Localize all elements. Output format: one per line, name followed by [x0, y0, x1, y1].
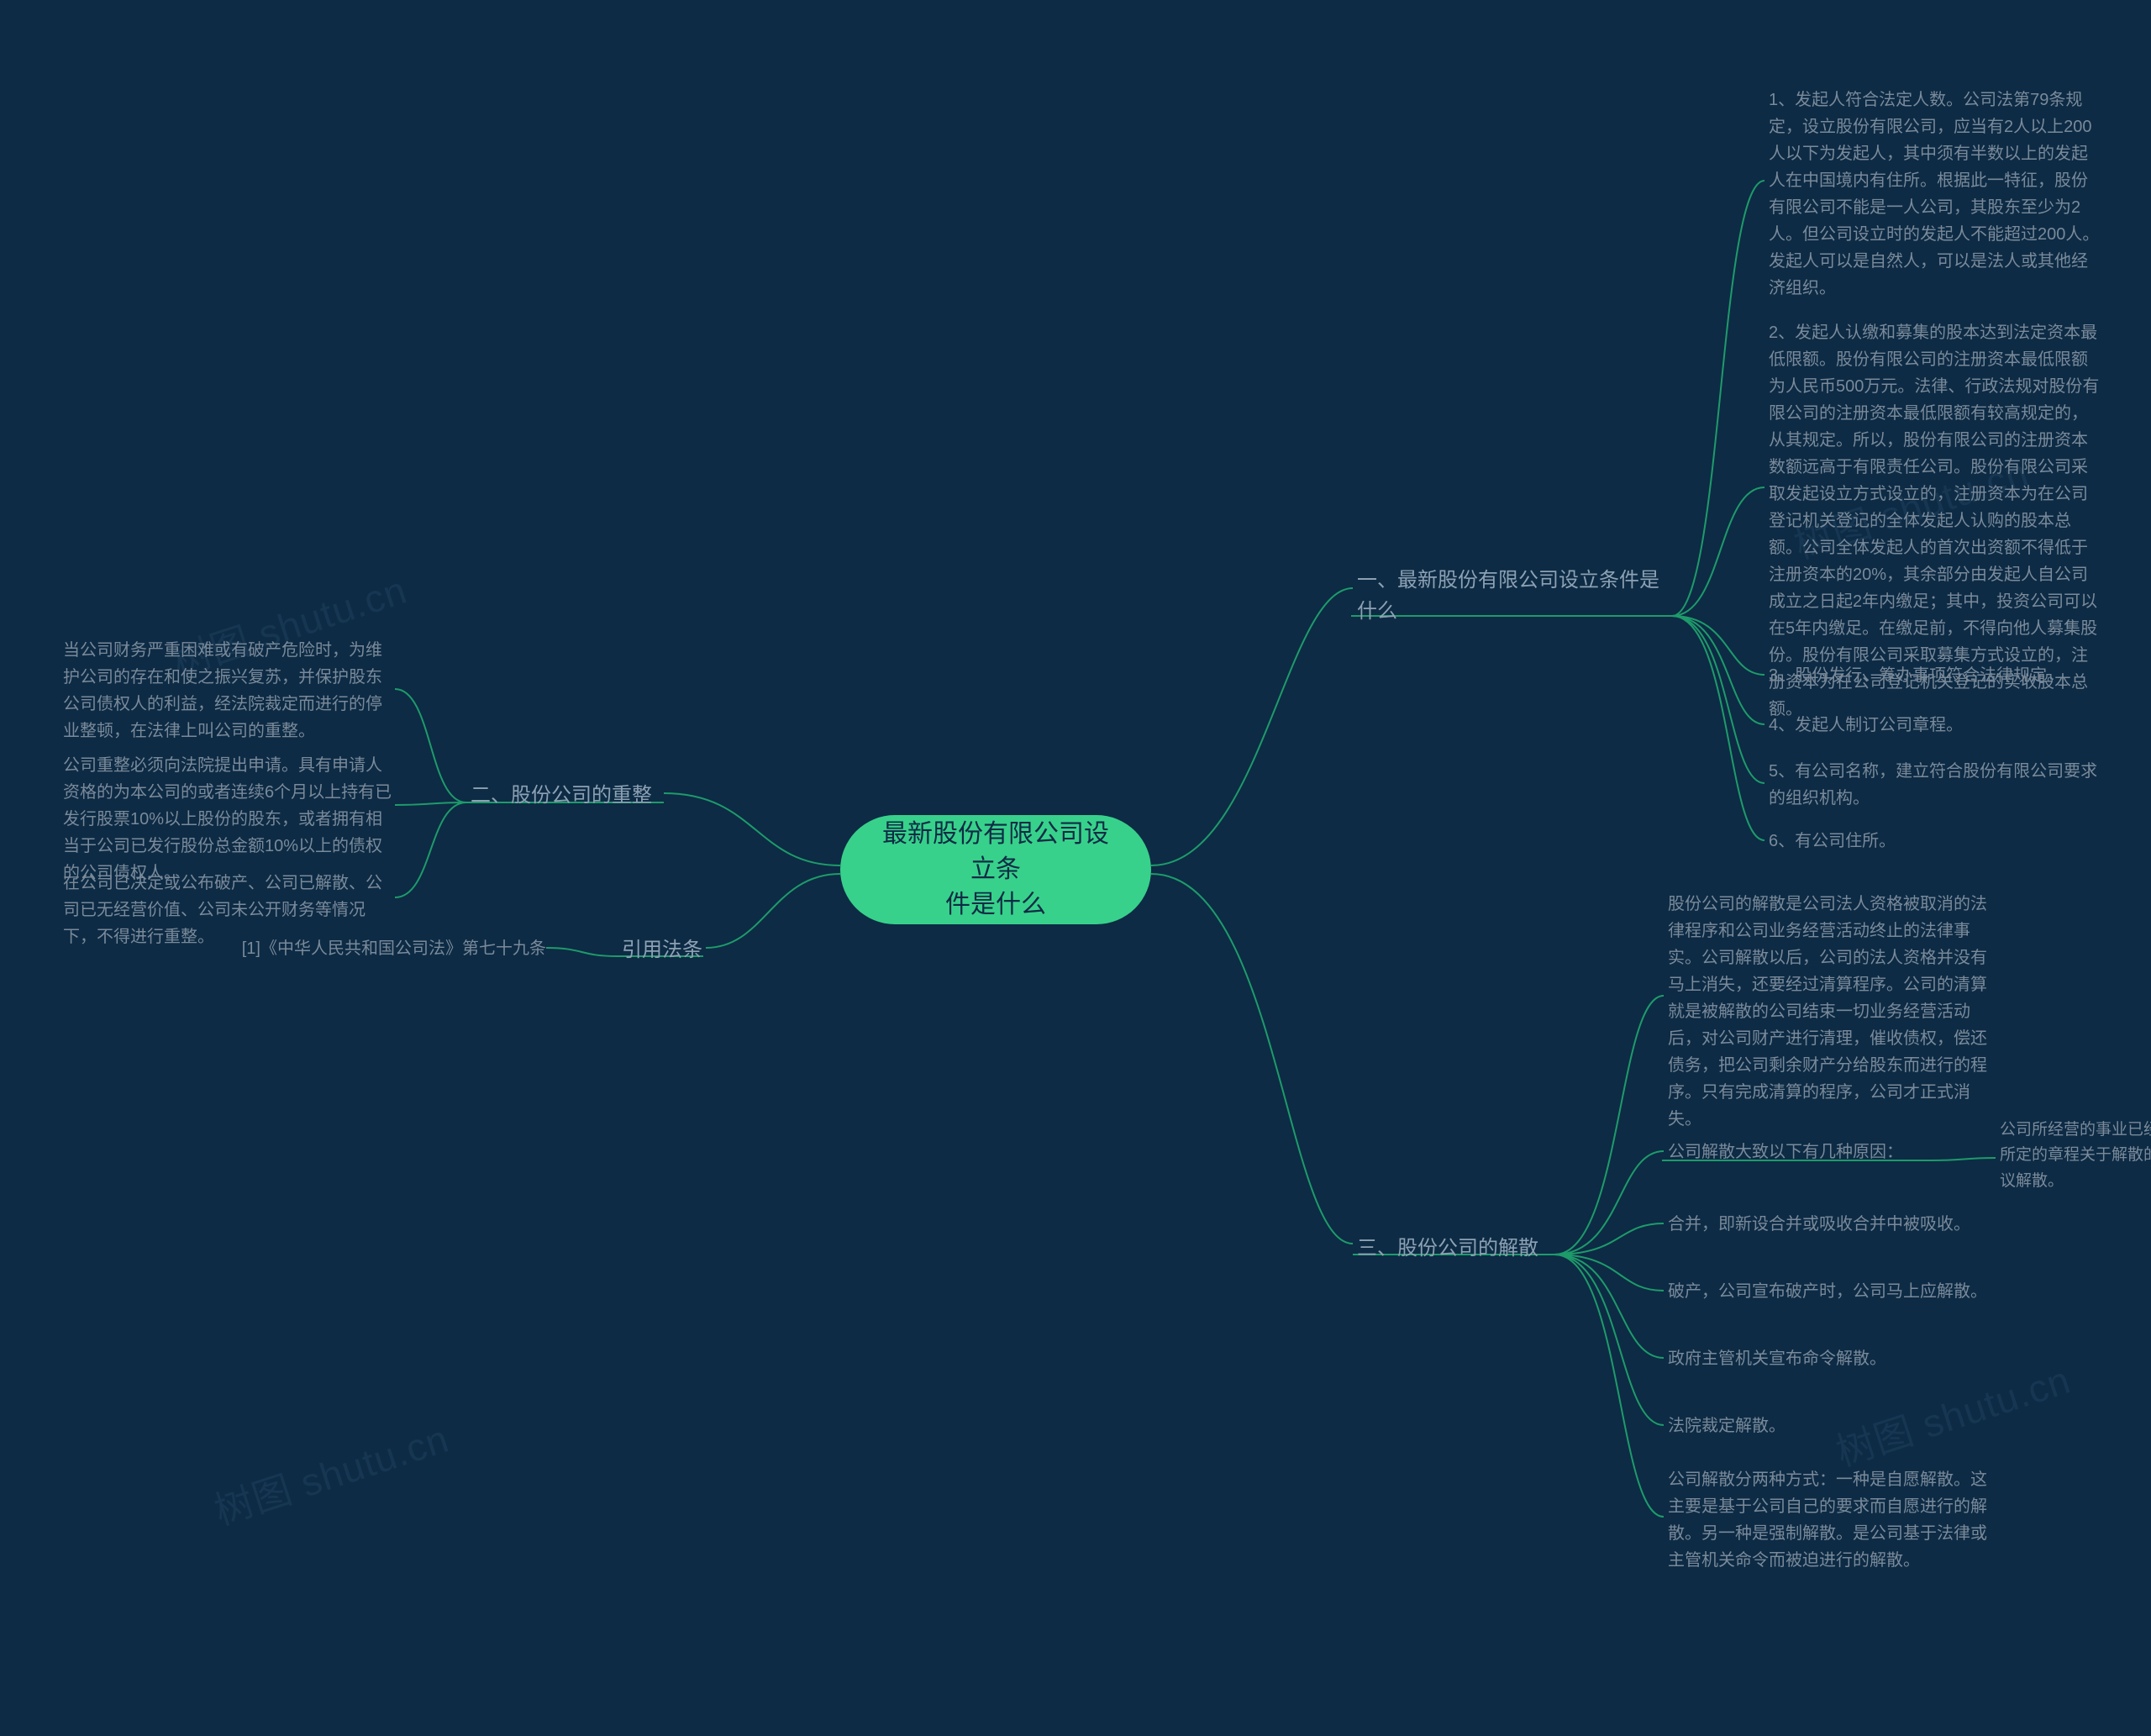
branch-2-leaf-1: 当公司财务严重困难或有破产危险时，为维护公司的存在和使之振兴复苏，并保护股东公司… [63, 637, 395, 744]
branch-1-leaf-3: 3、股份发行、筹办事项符合法律规定。 [1769, 662, 2101, 689]
branch-4-leaf-5: 政府主管机关宣布命令解散。 [1668, 1345, 2000, 1372]
branch-1-leaf-6: 6、有公司住所。 [1769, 828, 2101, 855]
branch-3-leaf-1: [1]《中华人民共和国公司法》第七十九条 [227, 935, 546, 962]
branch-4-leaf-1: 股份公司的解散是公司法人资格被取消的法律程序和公司业务经营活动终止的法律事实。公… [1668, 891, 2000, 1133]
branch-4-leaf-4: 破产，公司宣布破产时，公司马上应解散。 [1668, 1278, 2000, 1305]
mindmap-root-node[interactable]: 最新股份有限公司设立条 件是什么 [840, 815, 1151, 924]
branch-1-label[interactable]: 一、最新股份有限公司设立条件是 什么 [1357, 565, 1676, 627]
branch-2-label[interactable]: 二、股份公司的重整 [471, 780, 652, 811]
branch-2-leaf-2: 公司重整必须向法院提出申请。具有申请人资格的为本公司的或者连续6个月以上持有已发… [63, 752, 395, 886]
branch-4-leaf-7: 公司解散分两种方式：一种是自愿解散。这主要是基于公司自己的要求而自愿进行的解散。… [1668, 1466, 2000, 1574]
branch-1-leaf-1: 1、发起人符合法定人数。公司法第79条规定，设立股份有限公司，应当有2人以上20… [1769, 87, 2101, 302]
branch-4-leaf-6: 法院裁定解散。 [1668, 1412, 2000, 1439]
watermark: 树图 shutu.cn [207, 1409, 457, 1541]
branch-4-leaf-3: 合并，即新设合并或吸收合并中被吸收。 [1668, 1211, 2000, 1238]
branch-4-leaf-2[interactable]: 公司解散大致以下有几种原因： [1668, 1139, 1937, 1165]
branch-1-leaf-4: 4、发起人制订公司章程。 [1769, 712, 2101, 739]
branch-1-leaf-5: 5、有公司名称，建立符合股份有限公司要求的组织机构。 [1769, 758, 2101, 812]
branch-4-leaf-2-sub: 公司所经营的事业已经完成或不能完成，公司所定的章程关于解散的事由发生，股东大会决… [2000, 1118, 2151, 1194]
branch-4-label[interactable]: 三、股份公司的解散 [1357, 1233, 1538, 1264]
branch-3-label[interactable]: 引用法条 [622, 934, 702, 965]
